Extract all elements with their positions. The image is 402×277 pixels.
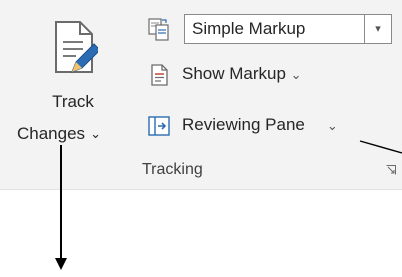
arrow-head-icon: [55, 258, 67, 270]
annotation-arrows: [55, 140, 402, 270]
annotation-pointer-line: [359, 140, 402, 154]
